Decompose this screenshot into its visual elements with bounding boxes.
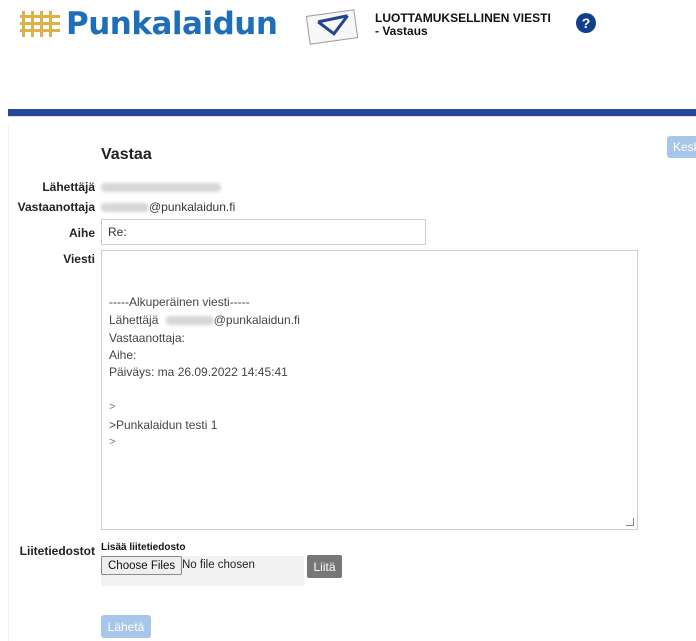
- subject-input[interactable]: Re:: [101, 219, 426, 245]
- resize-handle-icon[interactable]: [626, 518, 634, 526]
- quoted-subject-line: Aihe:: [109, 348, 137, 362]
- message-title: LUOTTAMUKSELLINEN VIESTI - Vastaus: [375, 12, 551, 38]
- page-title: Vastaa: [101, 146, 152, 163]
- add-attachment-label: Lisää liitetiedosto: [101, 542, 186, 553]
- quoted-body-line: >Punkalaidun testi 1: [109, 418, 218, 432]
- header-divider-bar: [8, 109, 696, 116]
- no-file-text: No file chosen: [182, 559, 255, 571]
- redacted-recipient: [101, 203, 149, 213]
- quoted-date-line: Päiväys: ma 26.09.2022 14:45:41: [109, 365, 288, 379]
- header-divider-line: [8, 116, 696, 117]
- cancel-button[interactable]: Keskeytä: [667, 136, 696, 158]
- redacted-sender: [101, 183, 221, 193]
- sender-label: Lähettäjä: [42, 180, 95, 194]
- quoted-recipient-line: Vastaanottaja:: [109, 331, 185, 345]
- logo-text: Punkalaidun: [66, 6, 278, 42]
- recipient-domain: @punkalaidun.fi: [149, 200, 236, 214]
- recipient-label: Vastaanottaja: [17, 200, 95, 214]
- message-textarea[interactable]: -----Alkuperäinen viesti----- Lähettäjä …: [101, 250, 638, 530]
- subject-label: Aihe: [68, 226, 95, 240]
- punkalaidun-logo[interactable]: Punkalaidun: [20, 6, 278, 42]
- quoted-sender-domain: @punkalaidun.fi: [213, 313, 300, 327]
- original-message-header: -----Alkuperäinen viesti-----: [109, 295, 250, 309]
- attach-button[interactable]: Liitä: [307, 555, 342, 578]
- quoted-sender-label: Lähettäjä: [109, 313, 159, 327]
- redacted-quoted-sender: [165, 316, 214, 326]
- message-title-line2: - Vastaus: [375, 24, 428, 38]
- message-label: Viesti: [63, 252, 95, 266]
- quoted-sender-line: Lähettäjä @punkalaidun.fi: [109, 313, 300, 327]
- recipient-value: @punkalaidun.fi: [101, 200, 235, 214]
- envelope-icon: [305, 9, 359, 45]
- page-header: Punkalaidun LUOTTAMUKSELLINEN VIESTI - V…: [0, 0, 696, 110]
- send-button[interactable]: Lähetä: [101, 615, 151, 638]
- quote-marker-2: >: [109, 436, 116, 448]
- attachments-label: Liitetiedostot: [19, 544, 95, 558]
- quote-marker-1: >: [109, 401, 116, 413]
- choose-files-button[interactable]: Choose Files: [101, 556, 183, 575]
- sender-value: [101, 180, 221, 194]
- fence-logo-icon: [20, 11, 60, 37]
- help-icon[interactable]: ?: [576, 13, 596, 33]
